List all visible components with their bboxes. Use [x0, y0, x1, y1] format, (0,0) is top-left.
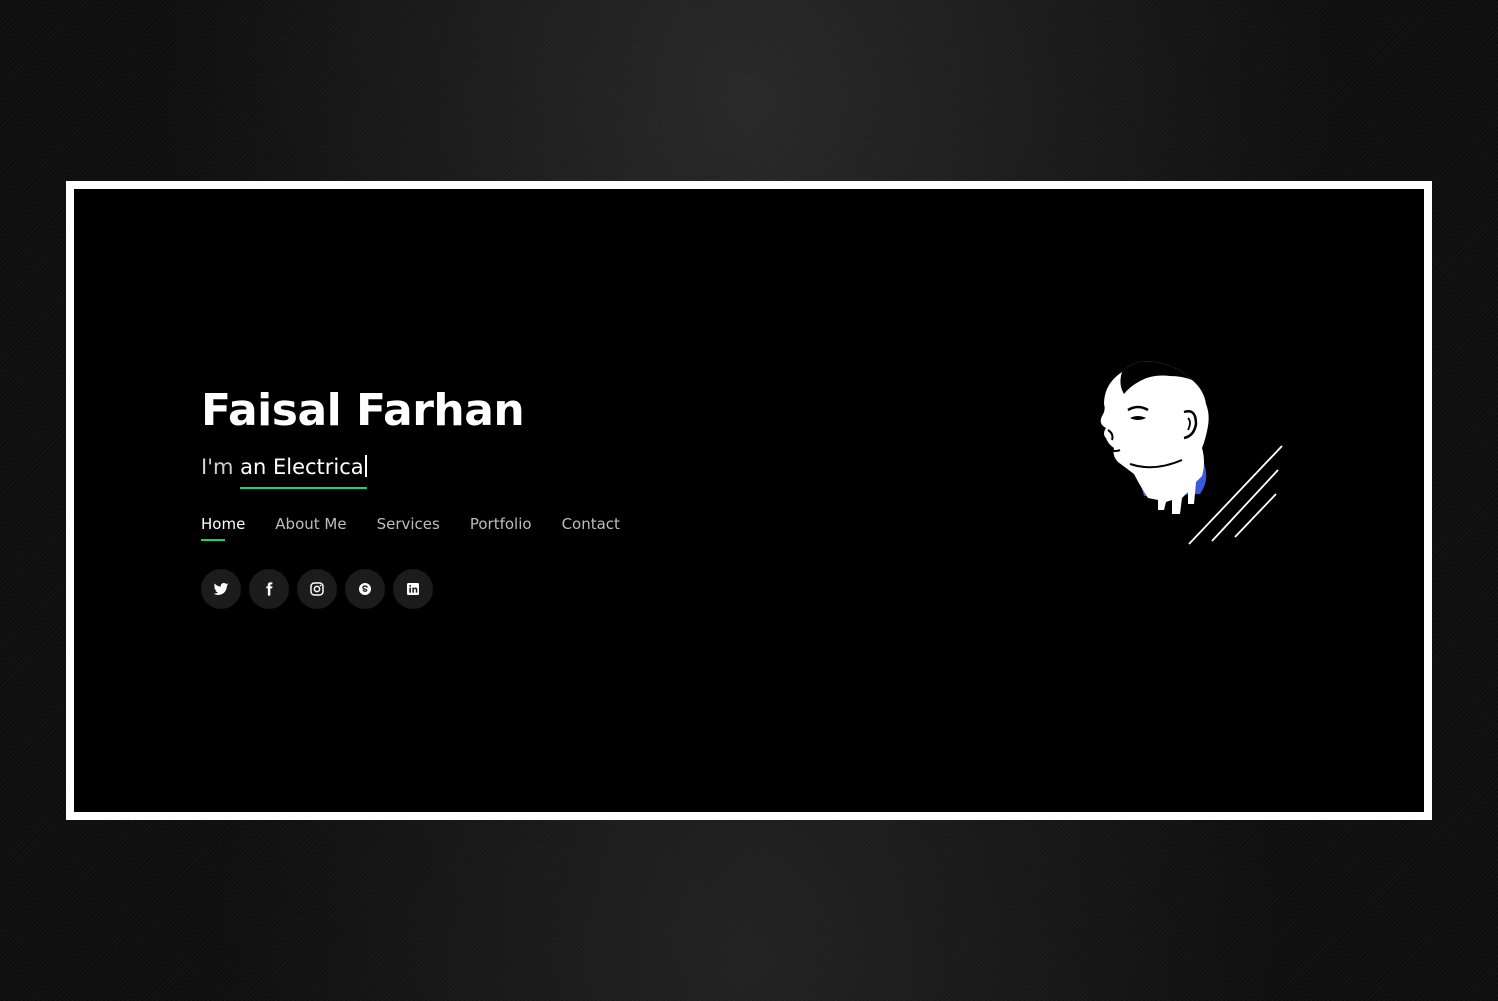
- hero-section: Faisal Farhan I'm an Electrica Home Abou…: [201, 385, 620, 609]
- facebook-button[interactable]: [249, 569, 289, 609]
- nav-home[interactable]: Home: [201, 515, 245, 541]
- linkedin-icon: [407, 583, 419, 595]
- portrait-illustration: [1100, 361, 1283, 545]
- instagram-icon: [310, 582, 324, 596]
- hero-name: Faisal Farhan: [201, 385, 525, 436]
- linkedin-button[interactable]: [393, 569, 433, 609]
- main-nav: Home About Me Services Portfolio Contact: [201, 515, 620, 541]
- skype-icon: [359, 583, 371, 595]
- nav-portfolio[interactable]: Portfolio: [470, 515, 532, 541]
- screenshot-frame: Faisal Farhan I'm an Electrica Home Abou…: [66, 181, 1432, 820]
- nav-about-me[interactable]: About Me: [275, 515, 346, 541]
- social-links: [201, 569, 620, 609]
- twitter-button[interactable]: [201, 569, 241, 609]
- instagram-button[interactable]: [297, 569, 337, 609]
- hero-subtitle: I'm an Electrica: [201, 453, 620, 489]
- typed-text-wrap: an Electrica: [240, 453, 367, 489]
- nav-contact[interactable]: Contact: [562, 515, 620, 541]
- nav-services[interactable]: Services: [377, 515, 440, 541]
- skype-button[interactable]: [345, 569, 385, 609]
- typed-text: an Electrica: [240, 455, 364, 479]
- hero-intro: I'm: [201, 455, 234, 479]
- typing-cursor: [364, 455, 367, 477]
- facebook-icon: [266, 582, 273, 596]
- twitter-icon: [213, 583, 229, 595]
